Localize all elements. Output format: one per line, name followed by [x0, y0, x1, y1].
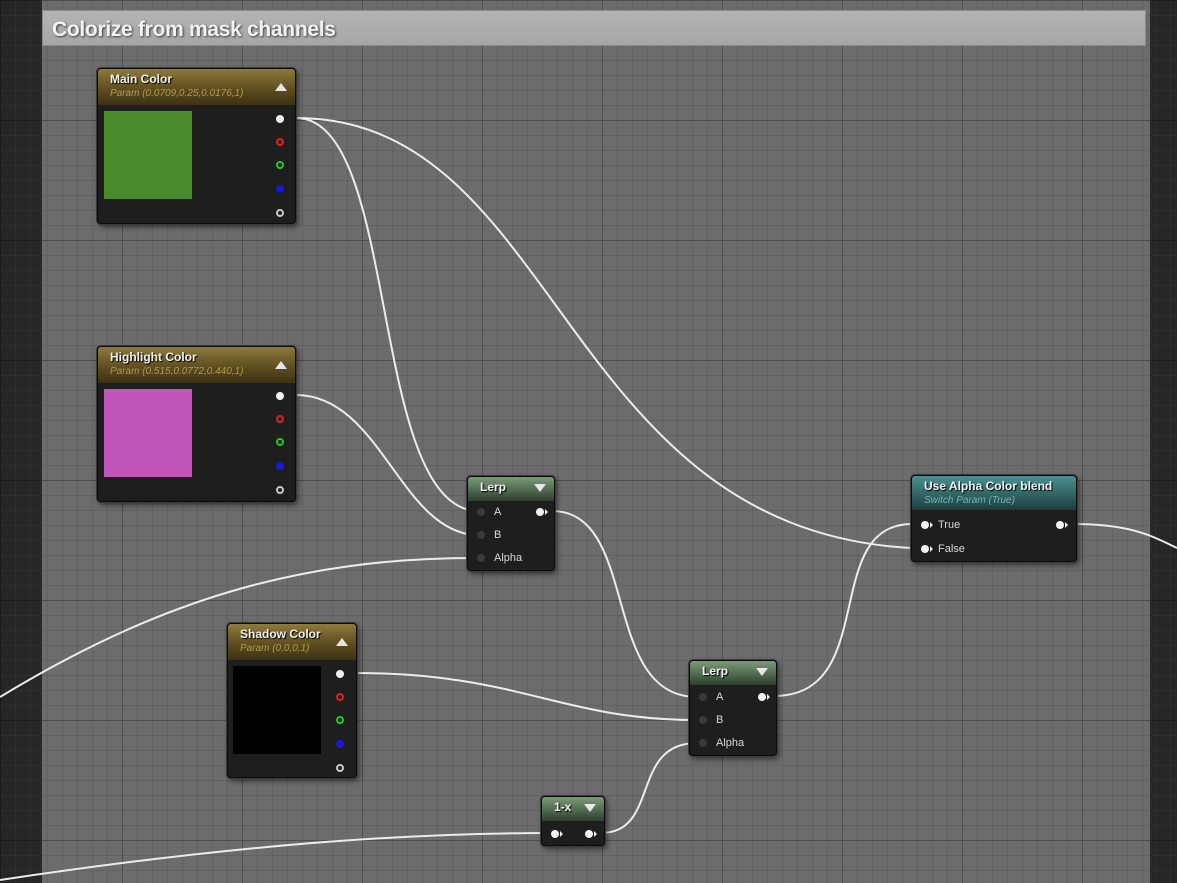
shadow-color-node[interactable]: Shadow Color Param (0,0,0,1) — [227, 623, 357, 778]
switch-subtitle: Switch Param (True) — [924, 495, 1015, 506]
blue-output-pin[interactable] — [336, 740, 344, 748]
green-output-pin[interactable] — [276, 438, 284, 446]
rgba-output-pin[interactable] — [276, 392, 284, 400]
main-color-node[interactable]: Main Color Param (0.0709,0.25,0.0176,1) — [97, 68, 296, 224]
collapse-arrow-icon[interactable] — [756, 668, 768, 676]
lerp-node-2[interactable]: Lerp A B Alpha — [689, 660, 777, 756]
output-arrow-icon — [1065, 522, 1068, 528]
one-minus-node[interactable]: 1-x — [541, 796, 605, 846]
main-color-header[interactable]: Main Color Param (0.0709,0.25,0.0176,1) — [98, 69, 295, 105]
lerp-1-header[interactable]: Lerp — [468, 477, 554, 501]
b-input-label: B — [494, 529, 502, 541]
input-arrow-icon — [930, 546, 933, 552]
main-color-subtitle: Param (0.0709,0.25,0.0176,1) — [110, 88, 244, 99]
blue-output-pin[interactable] — [276, 185, 284, 193]
input-arrow-icon — [560, 831, 563, 837]
shadow-color-header[interactable]: Shadow Color Param (0,0,0,1) — [228, 624, 356, 660]
red-output-pin[interactable] — [276, 138, 284, 146]
output-arrow-icon — [767, 694, 770, 700]
collapse-arrow-icon[interactable] — [534, 484, 546, 492]
highlight-color-header[interactable]: Highlight Color Param (0.515,0.0772,0.44… — [98, 347, 295, 383]
red-output-pin[interactable] — [336, 693, 344, 701]
alpha-input-label: Alpha — [494, 552, 523, 564]
one-minus-header[interactable]: 1-x — [542, 797, 604, 821]
highlight-color-swatch[interactable] — [104, 389, 192, 477]
true-input-pin[interactable] — [921, 521, 929, 529]
collapse-arrow-icon[interactable] — [275, 361, 287, 369]
switch-param-node[interactable]: Use Alpha Color blend Switch Param (True… — [911, 475, 1077, 562]
a-input-label: A — [716, 691, 724, 703]
switch-title: Use Alpha Color blend — [924, 479, 1053, 493]
b-input-pin[interactable] — [699, 716, 707, 724]
comment-header[interactable]: Colorize from mask channels — [42, 10, 1146, 46]
input-pin[interactable] — [551, 830, 559, 838]
alpha-output-pin[interactable] — [336, 764, 344, 772]
output-arrow-icon — [545, 509, 548, 515]
red-output-pin[interactable] — [276, 415, 284, 423]
result-output-pin[interactable] — [1056, 521, 1064, 529]
one-minus-title: 1-x — [554, 800, 572, 814]
main-color-swatch[interactable] — [104, 111, 192, 199]
lerp-2-header[interactable]: Lerp — [690, 661, 776, 685]
alpha-input-pin[interactable] — [477, 554, 485, 562]
input-arrow-icon — [930, 522, 933, 528]
alpha-input-pin[interactable] — [699, 739, 707, 747]
collapse-arrow-icon[interactable] — [584, 804, 596, 812]
b-input-label: B — [716, 714, 724, 726]
a-input-label: A — [494, 506, 502, 518]
b-input-pin[interactable] — [477, 531, 485, 539]
rgba-output-pin[interactable] — [276, 115, 284, 123]
result-output-pin[interactable] — [536, 508, 544, 516]
lerp-node-1[interactable]: Lerp A B Alpha — [467, 476, 555, 571]
a-input-pin[interactable] — [699, 693, 707, 701]
result-output-pin[interactable] — [758, 693, 766, 701]
false-input-label: False — [938, 543, 965, 555]
alpha-output-pin[interactable] — [276, 209, 284, 217]
highlight-color-node[interactable]: Highlight Color Param (0.515,0.0772,0.44… — [97, 346, 296, 502]
shadow-color-swatch[interactable] — [233, 666, 321, 754]
collapse-arrow-icon[interactable] — [336, 638, 348, 646]
highlight-color-title: Highlight Color — [110, 350, 197, 364]
alpha-output-pin[interactable] — [276, 486, 284, 494]
main-color-title: Main Color — [110, 72, 172, 86]
comment-title: Colorize from mask channels — [52, 18, 336, 41]
green-output-pin[interactable] — [336, 716, 344, 724]
output-pin[interactable] — [585, 830, 593, 838]
rgba-output-pin[interactable] — [336, 670, 344, 678]
highlight-color-subtitle: Param (0.515,0.0772,0.440,1) — [110, 366, 244, 377]
output-arrow-icon — [594, 831, 597, 837]
true-input-label: True — [938, 519, 961, 531]
alpha-input-label: Alpha — [716, 737, 745, 749]
collapse-arrow-icon[interactable] — [275, 83, 287, 91]
a-input-pin[interactable] — [477, 508, 485, 516]
green-output-pin[interactable] — [276, 161, 284, 169]
false-input-pin[interactable] — [921, 545, 929, 553]
switch-header[interactable]: Use Alpha Color blend Switch Param (True… — [912, 476, 1076, 510]
blue-output-pin[interactable] — [276, 462, 284, 470]
